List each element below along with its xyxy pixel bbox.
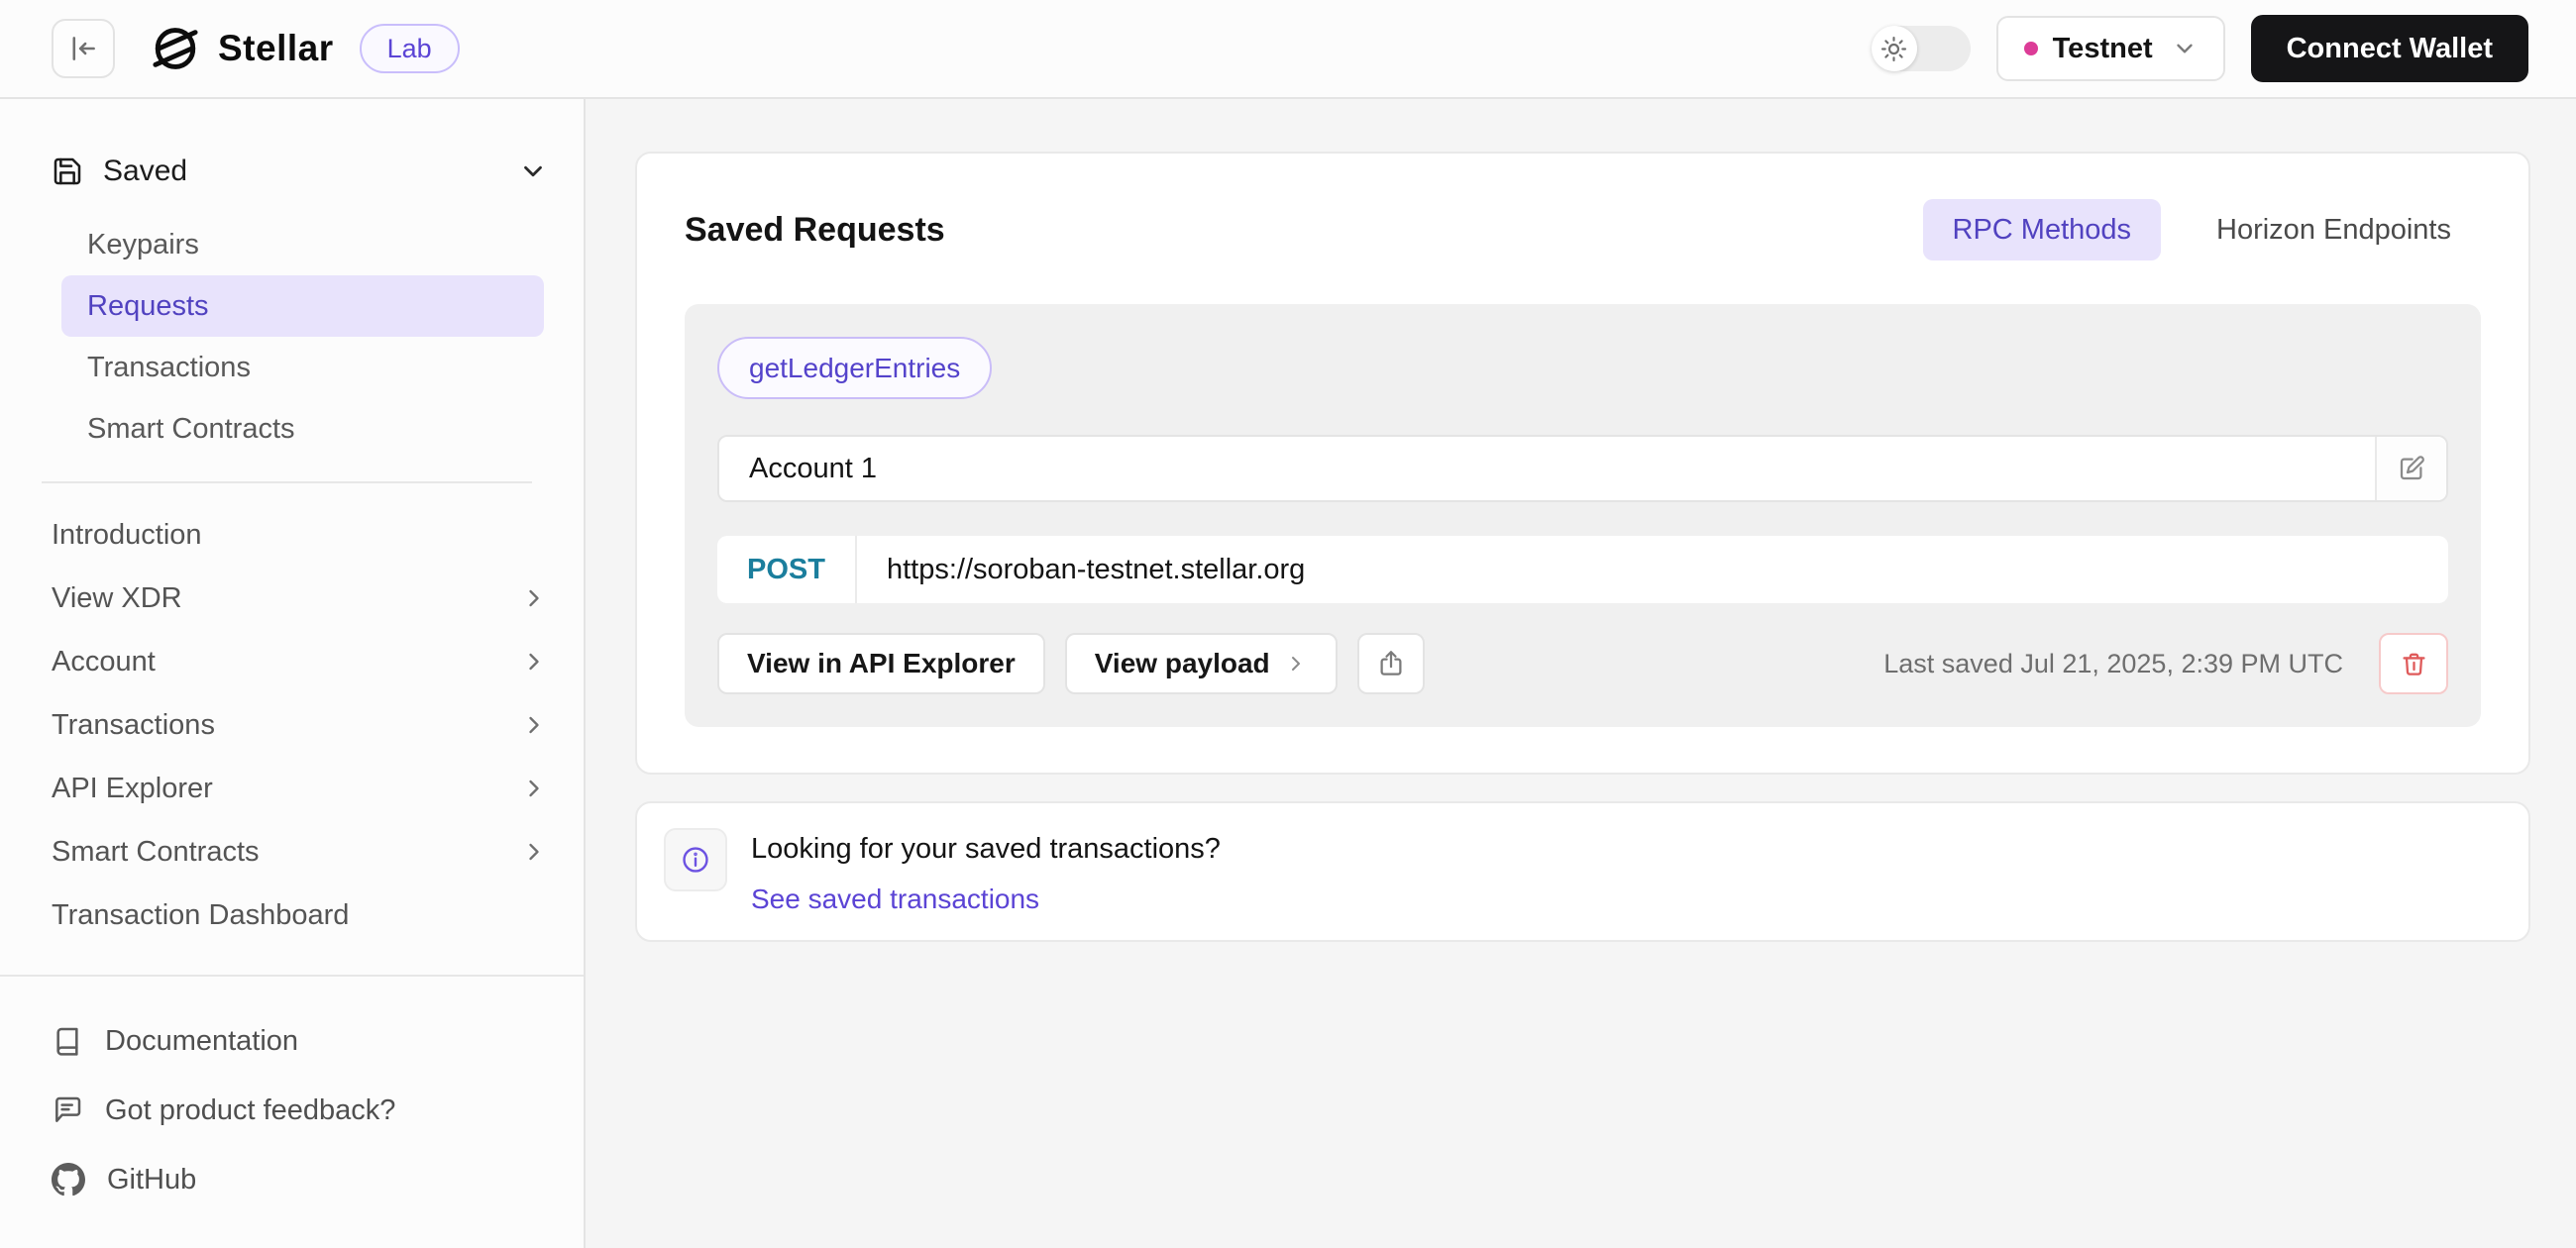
sidebar-item-label: Requests [87, 289, 209, 322]
info-icon-box [664, 828, 727, 891]
sidebar-item-introduction[interactable]: Introduction [52, 503, 548, 567]
app-root: Stellar Lab Testnet Connect Wallet Saved… [0, 0, 2576, 1248]
chevron-right-icon [520, 711, 548, 739]
tab-horizon-endpoints[interactable]: Horizon Endpoints [2187, 199, 2481, 260]
sidebar-link-github[interactable]: GitHub [52, 1145, 532, 1214]
see-saved-transactions-link[interactable]: See saved transactions [751, 884, 1039, 915]
delete-request-button[interactable] [2379, 633, 2448, 694]
sidebar-item-label: Transaction Dashboard [52, 898, 350, 931]
sidebar-link-label: GitHub [107, 1163, 197, 1196]
request-actions: View in API Explorer View payload Last s… [717, 633, 2448, 694]
request-type-tabs: RPC Methods Horizon Endpoints [1922, 199, 2482, 260]
saved-subitems: Keypairs Requests Transactions Smart Con… [0, 214, 584, 460]
chevron-down-icon [518, 156, 548, 186]
request-url: https://soroban-testnet.stellar.org [886, 553, 1306, 585]
view-payload-button[interactable]: View payload [1064, 633, 1338, 694]
sidebar-item-label: View XDR [52, 581, 182, 614]
sidebar-item-transactions[interactable]: Transactions [61, 337, 544, 398]
button-label: View in API Explorer [747, 648, 1016, 678]
sidebar-item-account[interactable]: Account [52, 630, 548, 693]
sidebar-item-api-explorer[interactable]: API Explorer [52, 757, 548, 820]
connect-wallet-button[interactable]: Connect Wallet [2250, 15, 2528, 82]
sidebar-footer: Documentation Got product feedback? GitH… [0, 975, 584, 1248]
sidebar-item-label: Introduction [52, 518, 202, 551]
view-in-api-explorer-button[interactable]: View in API Explorer [717, 633, 1045, 694]
sidebar-item-label: Smart Contracts [87, 412, 295, 445]
sidebar-item-label: Account [52, 645, 156, 677]
share-icon [1376, 649, 1406, 678]
network-selector[interactable]: Testnet [1995, 16, 2225, 81]
main-content: Saved Requests RPC Methods Horizon Endpo… [586, 99, 2576, 1248]
save-icon [52, 156, 83, 187]
chevron-down-icon [2172, 36, 2198, 61]
github-icon [52, 1163, 85, 1196]
header: Stellar Lab Testnet Connect Wallet [0, 0, 2576, 99]
collapse-sidebar-icon [66, 32, 100, 65]
feedback-bubble-icon [52, 1094, 83, 1126]
edit-name-button[interactable] [2375, 437, 2446, 500]
sidebar-item-label: Transactions [52, 708, 215, 741]
sidebar-link-feedback[interactable]: Got product feedback? [52, 1076, 532, 1145]
http-method-label: POST [717, 536, 857, 603]
sidebar-link-label: Documentation [105, 1024, 299, 1057]
page-title: Saved Requests [685, 210, 945, 249]
chevron-right-icon [520, 648, 548, 676]
sidebar-item-label: Transactions [87, 351, 251, 383]
last-saved-timestamp: Last saved Jul 21, 2025, 2:39 PM UTC [1883, 648, 2343, 678]
button-label: View payload [1094, 648, 1270, 678]
sidebar-item-transactions-nav[interactable]: Transactions [52, 693, 548, 757]
chevron-right-icon [520, 584, 548, 612]
header-actions: Testnet Connect Wallet [1871, 15, 2528, 82]
sun-icon [1871, 26, 1917, 71]
tab-rpc-methods[interactable]: RPC Methods [1922, 199, 2162, 260]
sidebar-item-label: Smart Contracts [52, 835, 260, 868]
request-name-row: Account 1 [717, 435, 2448, 502]
share-request-button[interactable] [1356, 633, 1425, 694]
info-title: Looking for your saved transactions? [751, 833, 1221, 865]
sidebar-link-label: Got product feedback? [105, 1093, 396, 1126]
sidebar-item-smart-contracts-nav[interactable]: Smart Contracts [52, 820, 548, 884]
trash-icon [2400, 650, 2428, 678]
network-status-dot [2023, 42, 2038, 55]
sidebar-item-smart-contracts[interactable]: Smart Contracts [61, 398, 544, 460]
sidebar-section-label: Saved [103, 155, 188, 187]
info-icon [680, 844, 711, 876]
sidebar-item-keypairs[interactable]: Keypairs [61, 214, 544, 275]
chevron-right-icon [520, 838, 548, 866]
sidebar-item-label: Keypairs [87, 228, 199, 260]
collapse-sidebar-button[interactable] [52, 19, 115, 78]
sidebar-divider [42, 481, 532, 483]
sidebar: Saved Keypairs Requests Transactions Sma… [0, 99, 586, 1248]
info-text: Looking for your saved transactions? See… [751, 828, 1221, 915]
request-name-value: Account 1 [749, 452, 877, 484]
book-icon [52, 1025, 83, 1057]
theme-toggle[interactable] [1871, 26, 1971, 71]
rpc-method-badge: getLedgerEntries [717, 337, 993, 399]
saved-requests-card: Saved Requests RPC Methods Horizon Endpo… [635, 152, 2530, 775]
sidebar-item-label: API Explorer [52, 772, 213, 804]
sidebar-item-requests[interactable]: Requests [61, 275, 544, 337]
card-header: Saved Requests RPC Methods Horizon Endpo… [685, 199, 2481, 260]
chevron-right-icon [520, 775, 548, 802]
sidebar-item-view-xdr[interactable]: View XDR [52, 567, 548, 630]
edit-icon [2397, 454, 2426, 483]
chevron-right-icon [1284, 652, 1308, 676]
body: Saved Keypairs Requests Transactions Sma… [0, 99, 2576, 1248]
saved-request-item: getLedgerEntries Account 1 POST https://… [685, 304, 2481, 727]
lab-badge: Lab [359, 24, 460, 73]
saved-transactions-info-card: Looking for your saved transactions? See… [635, 801, 2530, 942]
stellar-logo [149, 22, 202, 75]
sidebar-item-transaction-dashboard[interactable]: Transaction Dashboard [52, 884, 548, 947]
sidebar-nav: Introduction View XDR Account Transactio… [0, 493, 584, 947]
sidebar-section-saved[interactable]: Saved [52, 143, 548, 200]
brand-name: Stellar [218, 28, 334, 68]
network-label: Testnet [2052, 32, 2153, 64]
brand[interactable]: Stellar Lab [149, 22, 460, 75]
sidebar-link-documentation[interactable]: Documentation [52, 1006, 532, 1076]
request-url-row: POST https://soroban-testnet.stellar.org [717, 536, 2448, 603]
